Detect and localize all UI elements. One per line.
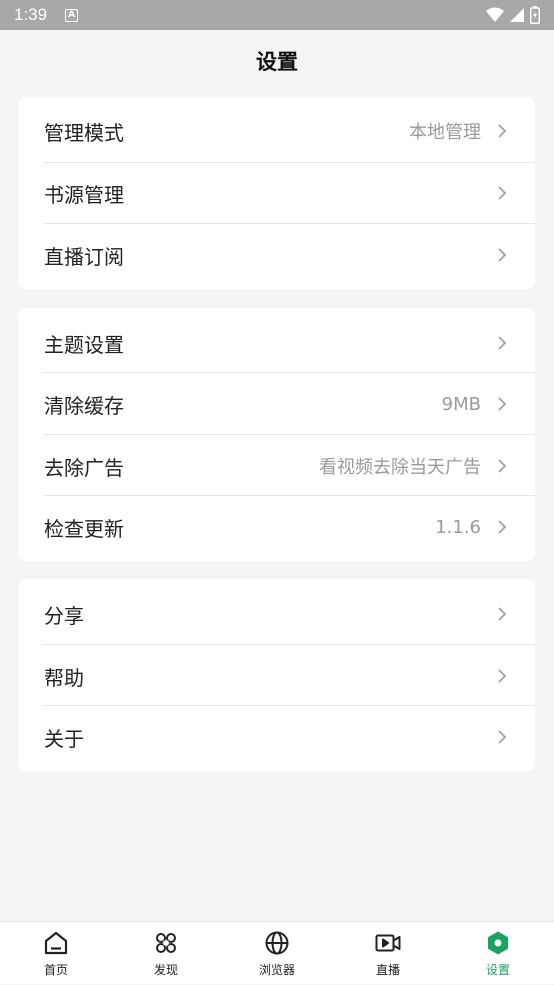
chevron-right-icon — [498, 336, 507, 350]
status-bar: 1:39 A — [0, 0, 554, 30]
settings-item-clear-cache[interactable]: 清除缓存 9MB — [18, 373, 535, 435]
battery-icon — [530, 6, 540, 24]
settings-item-label: 帮助 — [44, 665, 84, 690]
page-title: 设置 — [256, 50, 298, 74]
settings-item-label: 关于 — [44, 726, 84, 751]
nav-tab-settings[interactable]: 设置 — [443, 922, 553, 985]
settings-item-remove-ads[interactable]: 去除广告 看视频去除当天广告 — [18, 435, 535, 497]
settings-hexagon-icon — [488, 931, 508, 955]
chevron-right-icon — [498, 459, 507, 473]
settings-item-label: 主题设置 — [44, 332, 124, 357]
video-camera-icon — [375, 934, 401, 952]
nav-tab-label: 直播 — [375, 963, 400, 977]
wifi-icon — [486, 7, 504, 22]
nav-tab-discover[interactable]: 发现 — [111, 922, 221, 985]
settings-item-label: 直播订阅 — [44, 244, 124, 269]
settings-item-theme[interactable]: 主题设置 — [18, 312, 535, 374]
nav-tab-browser[interactable]: 浏览器 — [222, 922, 332, 985]
signal-icon — [510, 8, 524, 22]
nav-tab-label: 设置 — [485, 963, 510, 977]
chevron-right-icon — [498, 186, 507, 200]
accessibility-badge-icon: A — [65, 8, 79, 22]
chevron-right-icon — [498, 520, 507, 534]
status-time: 1:39 — [14, 5, 48, 24]
settings-group-2: 主题设置 清除缓存 9MB 去除广告 看视频去除当天广告 检查更新 1.1.6 — [18, 308, 535, 561]
settings-item-label: 清除缓存 — [44, 393, 124, 418]
nav-tab-label: 浏览器 — [258, 963, 295, 977]
settings-item-label: 分享 — [44, 603, 84, 628]
chevron-right-icon — [498, 669, 507, 683]
chevron-right-icon — [498, 397, 507, 411]
chevron-right-icon — [498, 730, 507, 744]
settings-item-value: 9MB — [441, 393, 481, 415]
command-icon — [156, 933, 176, 953]
settings-item-share[interactable]: 分享 — [18, 583, 535, 645]
settings-item-label: 检查更新 — [44, 516, 124, 541]
settings-item-help[interactable]: 帮助 — [18, 645, 535, 707]
home-icon — [44, 931, 68, 955]
nav-tab-live[interactable]: 直播 — [333, 922, 443, 985]
settings-item-label: 管理模式 — [44, 120, 124, 145]
chevron-right-icon — [498, 607, 507, 621]
nav-tab-label: 首页 — [43, 963, 68, 977]
settings-item-manage-mode[interactable]: 管理模式 本地管理 — [18, 100, 535, 162]
nav-tab-home[interactable]: 首页 — [1, 922, 111, 985]
chevron-right-icon — [498, 248, 507, 262]
chevron-right-icon — [498, 124, 507, 138]
globe-icon — [265, 931, 289, 955]
settings-item-label: 去除广告 — [44, 455, 124, 480]
settings-item-value: 本地管理 — [409, 122, 481, 143]
settings-group-3: 分享 帮助 关于 — [18, 579, 535, 771]
settings-group-1: 管理模式 本地管理 书源管理 直播订阅 — [18, 97, 535, 289]
settings-item-value: 1.1.6 — [435, 516, 481, 538]
nav-tab-label: 发现 — [153, 963, 178, 977]
settings-item-value: 看视频去除当天广告 — [319, 457, 481, 478]
bottom-navigation: 首页 发现 浏览器 直播 设置 — [0, 921, 554, 984]
settings-item-source-management[interactable]: 书源管理 — [18, 162, 535, 224]
settings-item-label: 书源管理 — [44, 182, 124, 207]
settings-item-live-subscription[interactable]: 直播订阅 — [18, 224, 535, 286]
settings-item-check-update[interactable]: 检查更新 1.1.6 — [18, 496, 535, 558]
settings-item-about[interactable]: 关于 — [18, 706, 535, 768]
